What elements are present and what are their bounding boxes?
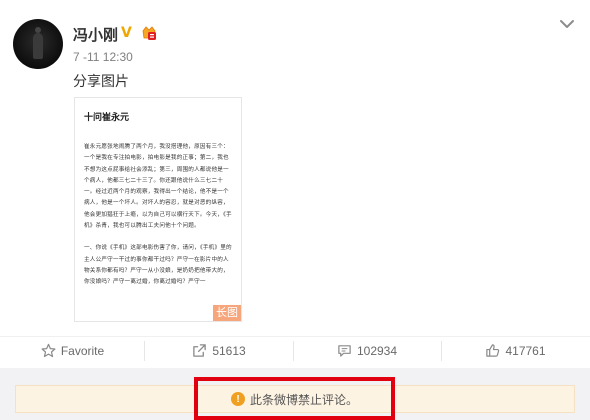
post-timestamp[interactable]: 7 -11 12:30 — [73, 50, 133, 64]
like-count: 417761 — [505, 343, 546, 358]
like-button[interactable]: 417761 — [441, 337, 590, 364]
favorite-button[interactable]: Favorite — [0, 337, 145, 364]
comment-count: 102934 — [356, 343, 398, 358]
forward-button[interactable]: 51613 — [145, 337, 293, 364]
highlight-box — [194, 377, 395, 420]
comment-icon — [338, 345, 351, 357]
image-doc-title: 十问崔永元 — [84, 113, 130, 123]
avatar-figure — [33, 27, 43, 59]
comment-button[interactable]: 102934 — [293, 337, 441, 364]
verified-badge-icon: V — [121, 25, 132, 41]
forward-count: 51613 — [212, 343, 246, 358]
long-image-thumbnail[interactable]: 十问崔永元 崔永元愿张地闹腾了两个月，我没搭理他，原因有三个：一个是我在专注拍电… — [74, 97, 242, 322]
chevron-down-icon[interactable] — [559, 17, 575, 31]
post-text: 分享图片 — [73, 74, 129, 90]
image-doc-paragraph: 一、你说《手机》这部电影伤害了你，请问，《手机》里的主人公严守一干过的事你都干过… — [84, 245, 232, 286]
forward-icon — [193, 344, 207, 357]
favorite-label: Favorite — [60, 343, 105, 358]
weibo-post: 冯小刚 V 7 -11 12:30 分享图片 十问崔永元 崔永元愿张地闹腾了两个… — [0, 0, 590, 420]
star-icon — [41, 343, 56, 358]
username-link[interactable]: 冯小刚 — [73, 24, 118, 45]
image-doc-body: 崔永元愿张地闹腾了两个月，我没搭理他，原因有三个：一个是我在专注拍电影，拍电影是… — [84, 142, 234, 300]
avatar[interactable] — [13, 19, 63, 69]
image-doc-paragraph: 崔永元愿张地闹腾了两个月，我没搭理他，原因有三个：一个是我在专注拍电影，拍电影是… — [84, 144, 232, 230]
thumbs-up-icon — [486, 344, 500, 357]
member-level-icon — [142, 26, 156, 40]
long-image-tag: 长图 — [213, 305, 241, 321]
